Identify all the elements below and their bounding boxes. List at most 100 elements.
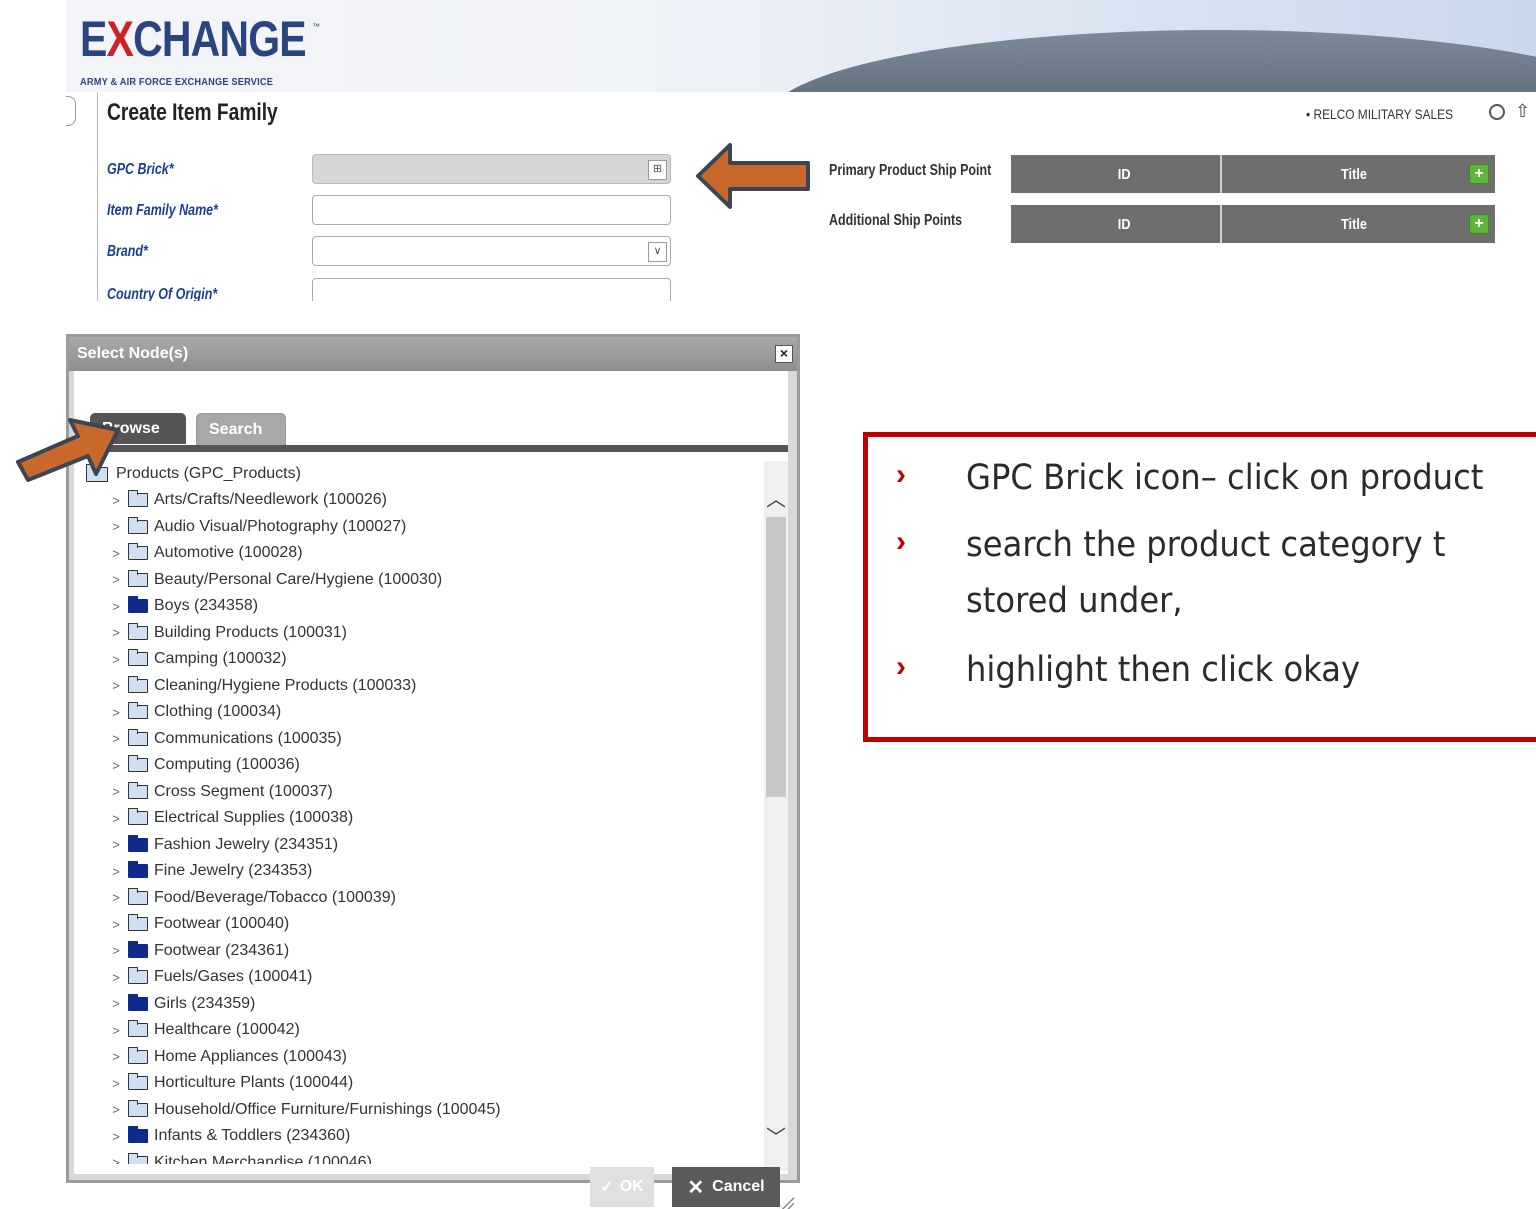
- history-icon[interactable]: [1489, 104, 1505, 120]
- tree-node[interactable]: > Camping (100032): [82, 646, 752, 673]
- chevron-right-icon[interactable]: >: [108, 890, 124, 905]
- tree-node[interactable]: > Clothing (100034): [82, 699, 752, 726]
- annotation-arrow-left: [696, 143, 810, 209]
- tree-node[interactable]: > Cleaning/Hygiene Products (100033): [82, 673, 752, 700]
- tree-node[interactable]: > Building Products (100031): [82, 620, 752, 647]
- tab-underline: [90, 445, 788, 452]
- home-icon[interactable]: ⇧: [1515, 102, 1530, 120]
- chevron-right-icon[interactable]: >: [108, 599, 124, 614]
- chevron-right-icon[interactable]: >: [108, 678, 124, 693]
- chevron-right-icon[interactable]: >: [108, 864, 124, 879]
- folder-icon: [128, 622, 148, 640]
- chevron-down-icon[interactable]: ﹀: [764, 1121, 788, 1150]
- tree-node[interactable]: > Arts/Crafts/Needlework (100026): [82, 487, 752, 514]
- chevron-bullet-icon: ›: [896, 458, 906, 491]
- chevron-right-icon[interactable]: >: [108, 1102, 124, 1117]
- tree-node[interactable]: > Boys (234358): [82, 593, 752, 620]
- chevron-right-icon[interactable]: >: [108, 625, 124, 640]
- folder-icon: [128, 914, 148, 932]
- chevron-right-icon[interactable]: >: [108, 1155, 124, 1164]
- tree-node[interactable]: > Girls (234359): [82, 991, 752, 1018]
- tree-node-label: Fashion Jewelry (234351): [154, 835, 339, 853]
- tree-node-label: Products (GPC_Products): [116, 465, 301, 482]
- column-header-id[interactable]: ID: [1028, 205, 1222, 243]
- chevron-right-icon[interactable]: >: [108, 943, 124, 958]
- tree-node[interactable]: > Household/Office Furniture/Furnishings …: [82, 1097, 752, 1124]
- tree-node[interactable]: > Fashion Jewelry (234351): [82, 832, 752, 859]
- hierarchy-icon[interactable]: ⊞: [648, 160, 667, 180]
- additional-ship-points-label: Additional Ship Points: [829, 212, 963, 229]
- ok-button[interactable]: ✓ OK: [590, 1167, 654, 1207]
- folder-icon: [128, 834, 148, 852]
- tree-node[interactable]: > Cross Segment (100037): [82, 779, 752, 806]
- tree-node[interactable]: > Fuels/Gases (100041): [82, 964, 752, 991]
- gpc-brick-label: GPC Brick*: [107, 161, 174, 178]
- chevron-right-icon[interactable]: >: [108, 546, 124, 561]
- tree-node[interactable]: > Audio Visual/Photography (100027): [82, 514, 752, 541]
- chevron-right-icon[interactable]: >: [108, 652, 124, 667]
- tree-node[interactable]: > Infants & Toddlers (234360): [82, 1123, 752, 1150]
- tree-node[interactable]: > Computing (100036): [82, 752, 752, 779]
- tree-node[interactable]: > Electrical Supplies (100038): [82, 805, 752, 832]
- column-header-title[interactable]: Title: [1256, 205, 1452, 243]
- tree-node-label: Electrical Supplies (100038): [154, 809, 354, 827]
- tree-node[interactable]: > Horticulture Plants (100044): [82, 1070, 752, 1097]
- sidebar-collapse-toggle[interactable]: [66, 96, 76, 126]
- chevron-up-icon[interactable]: ︿: [764, 483, 788, 512]
- brand-select[interactable]: ∨: [312, 236, 671, 266]
- tree-node[interactable]: > Kitchen Merchandise (100046): [82, 1150, 752, 1164]
- folder-icon: [128, 861, 148, 879]
- tree-node[interactable]: > Fine Jewelry (234353): [82, 858, 752, 885]
- tree-node[interactable]: > Automotive (100028): [82, 540, 752, 567]
- chevron-right-icon[interactable]: >: [108, 1129, 124, 1144]
- chevron-right-icon[interactable]: >: [108, 572, 124, 587]
- plus-icon[interactable]: +: [1469, 164, 1489, 184]
- chevron-right-icon[interactable]: >: [108, 493, 124, 508]
- folder-icon: [128, 702, 148, 720]
- chevron-right-icon[interactable]: >: [108, 784, 124, 799]
- tree-node[interactable]: > Footwear (234361): [82, 938, 752, 965]
- chevron-right-icon[interactable]: >: [108, 917, 124, 932]
- tree-node-label: Clothing (100034): [154, 703, 282, 721]
- item-family-name-input[interactable]: [312, 195, 671, 225]
- chevron-right-icon[interactable]: >: [108, 758, 124, 773]
- tab-search[interactable]: Search: [196, 413, 286, 446]
- instruction-text: search the product category t: [966, 525, 1446, 565]
- tree-node[interactable]: > Footwear (100040): [82, 911, 752, 938]
- column-header-id[interactable]: ID: [1028, 155, 1222, 193]
- chevron-right-icon[interactable]: >: [108, 1023, 124, 1038]
- gpc-brick-field[interactable]: ⊞: [312, 154, 671, 184]
- instruction-text: GPC Brick icon– click on product: [966, 458, 1484, 498]
- chevron-right-icon[interactable]: >: [108, 837, 124, 852]
- plus-icon[interactable]: +: [1469, 214, 1489, 234]
- tree-node[interactable]: > Beauty/Personal Care/Hygiene (100030): [82, 567, 752, 594]
- tree-node[interactable]: > Food/Beverage/Tobacco (100039): [82, 885, 752, 912]
- chevron-right-icon[interactable]: >: [108, 996, 124, 1011]
- chevron-right-icon[interactable]: >: [108, 811, 124, 826]
- chevron-bullet-icon: ›: [896, 525, 906, 558]
- close-icon[interactable]: ×: [775, 345, 793, 363]
- cancel-button[interactable]: ✕ Cancel: [672, 1167, 780, 1207]
- folder-icon: [128, 728, 148, 746]
- column-header-title[interactable]: Title: [1256, 155, 1452, 193]
- chevron-right-icon[interactable]: >: [108, 1076, 124, 1091]
- country-of-origin-input[interactable]: [312, 278, 671, 301]
- tree-node[interactable]: > Communications (100035): [82, 726, 752, 753]
- chevron-right-icon[interactable]: >: [108, 705, 124, 720]
- resize-handle[interactable]: [782, 1197, 794, 1209]
- folder-icon: [128, 569, 148, 587]
- scrollbar-thumb[interactable]: [766, 517, 786, 797]
- tree-node-label: Cross Segment (100037): [154, 782, 333, 800]
- tree-node[interactable]: > Home Appliances (100043): [82, 1044, 752, 1071]
- instruction-text: stored under,: [966, 581, 1183, 621]
- chevron-right-icon[interactable]: >: [108, 1049, 124, 1064]
- chevron-right-icon[interactable]: >: [108, 519, 124, 534]
- tree-root-node[interactable]: Products (GPC_Products): [82, 461, 752, 487]
- app-window: EXCHANGE ™ ARMY & AIR FORCE EXCHANGE SER…: [66, 0, 1536, 301]
- tree-node-label: Horticulture Plants (100044): [154, 1074, 354, 1092]
- chevron-right-icon[interactable]: >: [108, 970, 124, 985]
- dropdown-arrow-icon[interactable]: ∨: [648, 242, 667, 262]
- vendor-name: • RELCO MILITARY SALES: [1306, 106, 1454, 122]
- tree-node[interactable]: > Healthcare (100042): [82, 1017, 752, 1044]
- chevron-right-icon[interactable]: >: [108, 731, 124, 746]
